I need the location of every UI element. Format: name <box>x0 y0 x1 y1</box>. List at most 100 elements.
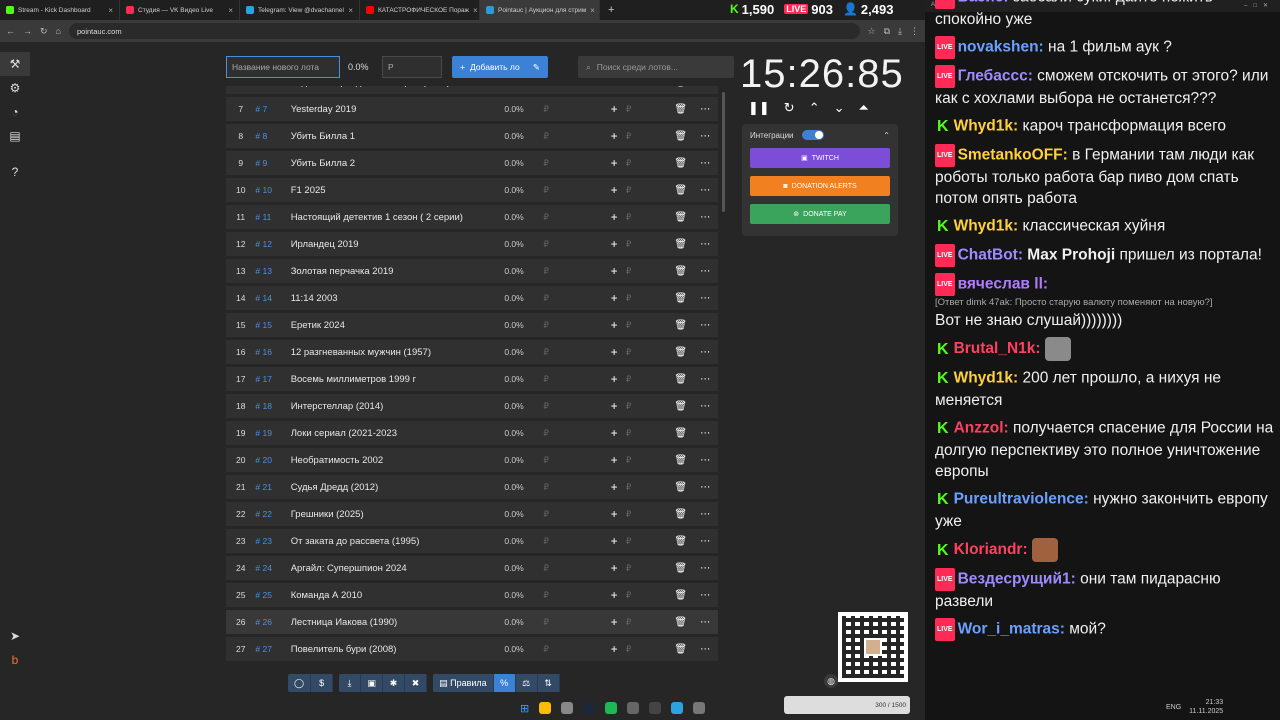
more-icon[interactable]: ⋯ <box>693 266 718 277</box>
plus-icon[interactable]: + <box>602 534 626 548</box>
app-icon[interactable] <box>693 702 706 714</box>
lot-name[interactable]: F1 2025 <box>291 185 505 196</box>
trash-icon[interactable]: 🗑 <box>669 293 693 304</box>
menu-icon[interactable]: ⋮ <box>910 26 919 37</box>
trash-icon[interactable]: 🗑 <box>669 482 693 493</box>
lot-amount[interactable]: ₽ <box>544 86 603 88</box>
trash-icon[interactable]: 🗑 <box>669 455 693 466</box>
trash-icon[interactable]: 🗑 <box>669 320 693 331</box>
add-lot-button[interactable]: + Добавить ло ✎ <box>452 56 548 78</box>
percent-toggle[interactable]: % <box>493 674 516 692</box>
plus-icon[interactable]: + <box>602 237 626 251</box>
more-icon[interactable]: ⋯ <box>693 293 718 304</box>
lot-add-amount[interactable]: ₽ <box>626 239 669 250</box>
lot-amount[interactable]: ₽ <box>544 482 603 493</box>
reload-icon[interactable]: ↻ <box>40 26 48 37</box>
trash-icon[interactable]: 🗑 <box>669 590 693 601</box>
download-icon[interactable]: ⤓ <box>898 26 902 37</box>
lot-amount[interactable]: ₽ <box>544 239 603 250</box>
reset-icon[interactable]: ↻ <box>784 100 795 116</box>
trash-icon[interactable]: 🗑 <box>669 563 693 574</box>
lot-amount[interactable]: ₽ <box>544 185 603 196</box>
plus-icon[interactable]: + <box>602 561 626 575</box>
lot-name[interactable]: Каджаки: Правдивая история (2014) <box>291 86 505 88</box>
more-icon[interactable]: ⋯ <box>693 86 718 88</box>
close-icon[interactable]: × <box>228 6 233 15</box>
lot-amount[interactable]: ₽ <box>544 131 603 142</box>
trash-icon[interactable]: 🗑 <box>669 509 693 520</box>
lot-name[interactable]: Убить Билла 2 <box>291 158 505 169</box>
lot-row[interactable]: 16 # 16 12 разгневанных мужчин (1957) 0.0% ₽… <box>226 340 718 364</box>
lot-name[interactable]: Ирландец 2019 <box>291 239 505 250</box>
plus-icon[interactable]: + <box>602 345 626 359</box>
bug-icon[interactable]: ✱ <box>383 674 406 692</box>
plus-icon[interactable]: + <box>602 615 626 629</box>
back-icon[interactable]: ← <box>6 26 15 36</box>
amount-input[interactable]: Р <box>382 56 442 78</box>
extensions-icon[interactable]: ⧉ <box>884 26 890 37</box>
lot-row[interactable]: 8 # 8 Убить Билла 1 0.0% ₽ + ₽ 🗑 ⋯ <box>226 124 718 148</box>
more-icon[interactable]: ⋯ <box>693 617 718 628</box>
lot-row[interactable]: 20 # 20 Необратимость 2002 0.0% ₽ + ₽ 🗑 ⋯ <box>226 448 718 472</box>
plus-icon[interactable]: + <box>602 102 626 116</box>
more-icon[interactable]: ⋯ <box>693 428 718 439</box>
more-icon[interactable]: ⋯ <box>693 320 718 331</box>
plus-icon[interactable]: + <box>602 507 626 521</box>
lot-row[interactable]: 10 # 10 F1 2025 0.0% ₽ + ₽ 🗑 ⋯ <box>226 178 718 202</box>
more-icon[interactable]: ⋯ <box>693 401 718 412</box>
lot-row[interactable]: 15 # 15 Еретик 2024 0.0% ₽ + ₽ 🗑 ⋯ <box>226 313 718 337</box>
trash-icon[interactable]: 🗑 <box>669 158 693 169</box>
browser-tab[interactable]: Telegram: View @dvachannel × <box>240 0 360 20</box>
lot-add-amount[interactable]: ₽ <box>626 644 669 655</box>
lot-amount[interactable]: ₽ <box>544 644 603 655</box>
more-icon[interactable]: ⋯ <box>693 563 718 574</box>
boosty-icon[interactable]: b <box>0 648 30 672</box>
lot-name[interactable]: Лестница Иакова (1990) <box>291 617 505 628</box>
lot-add-amount[interactable]: ₽ <box>626 104 669 115</box>
lot-amount[interactable]: ₽ <box>544 509 603 520</box>
lot-amount[interactable]: ₽ <box>544 374 603 385</box>
telegram-icon[interactable]: ➤ <box>0 624 30 648</box>
lot-amount[interactable]: ₽ <box>544 347 603 358</box>
more-icon[interactable]: ⋯ <box>693 590 718 601</box>
lot-name[interactable]: Повелитель бури (2008) <box>291 644 505 655</box>
lot-row[interactable]: 17 # 17 Восемь миллиметров 1999 г 0.0% ₽ + ₽ 🗑 ⋯ <box>226 367 718 391</box>
wheel-icon[interactable]: ◔ <box>0 100 30 124</box>
trash-icon[interactable]: 🗑 <box>669 212 693 223</box>
twitch-button[interactable]: ▣ TWITCH <box>750 148 890 168</box>
lot-add-amount[interactable]: ₽ <box>626 374 669 385</box>
chevron-up-icon[interactable]: ⌃ <box>809 100 820 116</box>
plus-icon[interactable]: + <box>602 453 626 467</box>
lot-list-scrollbar[interactable] <box>722 92 725 212</box>
trash-icon[interactable]: 🗑 <box>669 374 693 385</box>
pause-icon[interactable]: ❚❚ <box>748 100 770 116</box>
lot-add-amount[interactable]: ₽ <box>626 86 669 88</box>
lot-add-amount[interactable]: ₽ <box>626 266 669 277</box>
lot-add-amount[interactable]: ₽ <box>626 320 669 331</box>
plus-icon[interactable]: + <box>602 210 626 224</box>
lot-row[interactable]: 13 # 13 Золотая перчачка 2019 0.0% ₽ + ₽ 🗑 ⋯ <box>226 259 718 283</box>
lot-add-amount[interactable]: ₽ <box>626 401 669 412</box>
lot-name[interactable]: Необратимость 2002 <box>291 455 505 466</box>
double-up-icon[interactable]: ⏶ <box>859 100 869 116</box>
plus-icon[interactable]: + <box>602 318 626 332</box>
lot-row[interactable]: 6# 6Каджаки: Правдивая история (2014)0.0… <box>226 86 718 94</box>
lot-add-amount[interactable]: ₽ <box>626 590 669 601</box>
lot-name[interactable]: Аргайл: Супершпион 2024 <box>291 563 505 574</box>
lot-row[interactable]: 9 # 9 Убить Билла 2 0.0% ₽ + ₽ 🗑 ⋯ <box>226 151 718 175</box>
plus-icon[interactable]: + <box>602 156 626 170</box>
more-icon[interactable]: ⋯ <box>693 185 718 196</box>
lot-name[interactable]: 12 разгневанных мужчин (1957) <box>291 347 505 358</box>
more-icon[interactable]: ⋯ <box>693 482 718 493</box>
lot-add-amount[interactable]: ₽ <box>626 293 669 304</box>
forward-icon[interactable]: → <box>23 26 32 36</box>
lot-amount[interactable]: ₽ <box>544 293 603 304</box>
lot-amount[interactable]: ₽ <box>544 212 603 223</box>
help-icon[interactable]: ? <box>0 160 30 184</box>
sort-icon[interactable]: ⇅ <box>538 674 560 692</box>
lot-add-amount[interactable]: ₽ <box>626 428 669 439</box>
lot-row[interactable]: 27 # 27 Повелитель бури (2008) 0.0% ₽ + ₽ 🗑 ⋯ <box>226 637 718 661</box>
start-icon[interactable]: ⊞ <box>520 702 529 715</box>
plus-icon[interactable]: + <box>602 480 626 494</box>
lot-name[interactable]: От заката до рассвета (1995) <box>291 536 505 547</box>
